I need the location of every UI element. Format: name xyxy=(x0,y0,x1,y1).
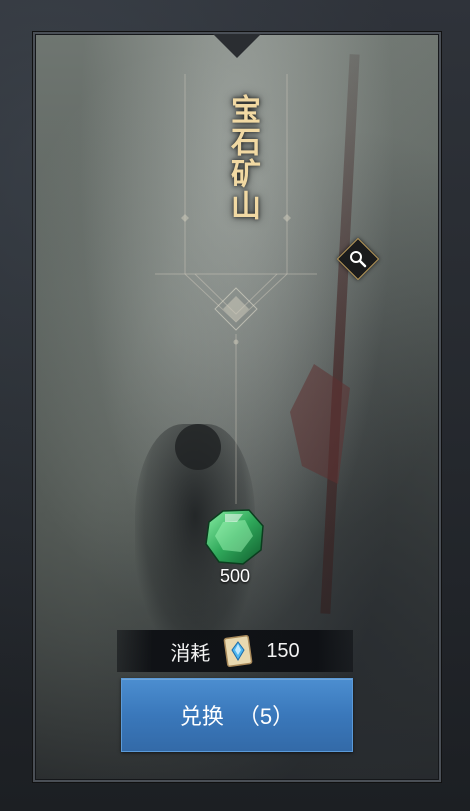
exchange-button[interactable]: 兑换 （5） xyxy=(121,678,353,752)
exchange-count: （5） xyxy=(237,704,295,729)
exchange-button-label: 兑换 xyxy=(179,704,224,729)
cost-bar: 消耗 150 xyxy=(117,630,353,672)
magnify-icon xyxy=(350,251,367,268)
gem-mine-card[interactable]: 宝石矿山 500 消耗 150 兑换 （5） xyxy=(33,32,441,782)
reward-amount: 500 xyxy=(219,566,251,586)
card-title: 宝石矿山 xyxy=(225,94,260,222)
cost-value: 150 xyxy=(266,639,300,662)
green-gem-icon xyxy=(203,508,267,566)
blue-crystal-scroll-icon xyxy=(223,634,253,668)
cost-label: 消耗 xyxy=(170,642,211,665)
